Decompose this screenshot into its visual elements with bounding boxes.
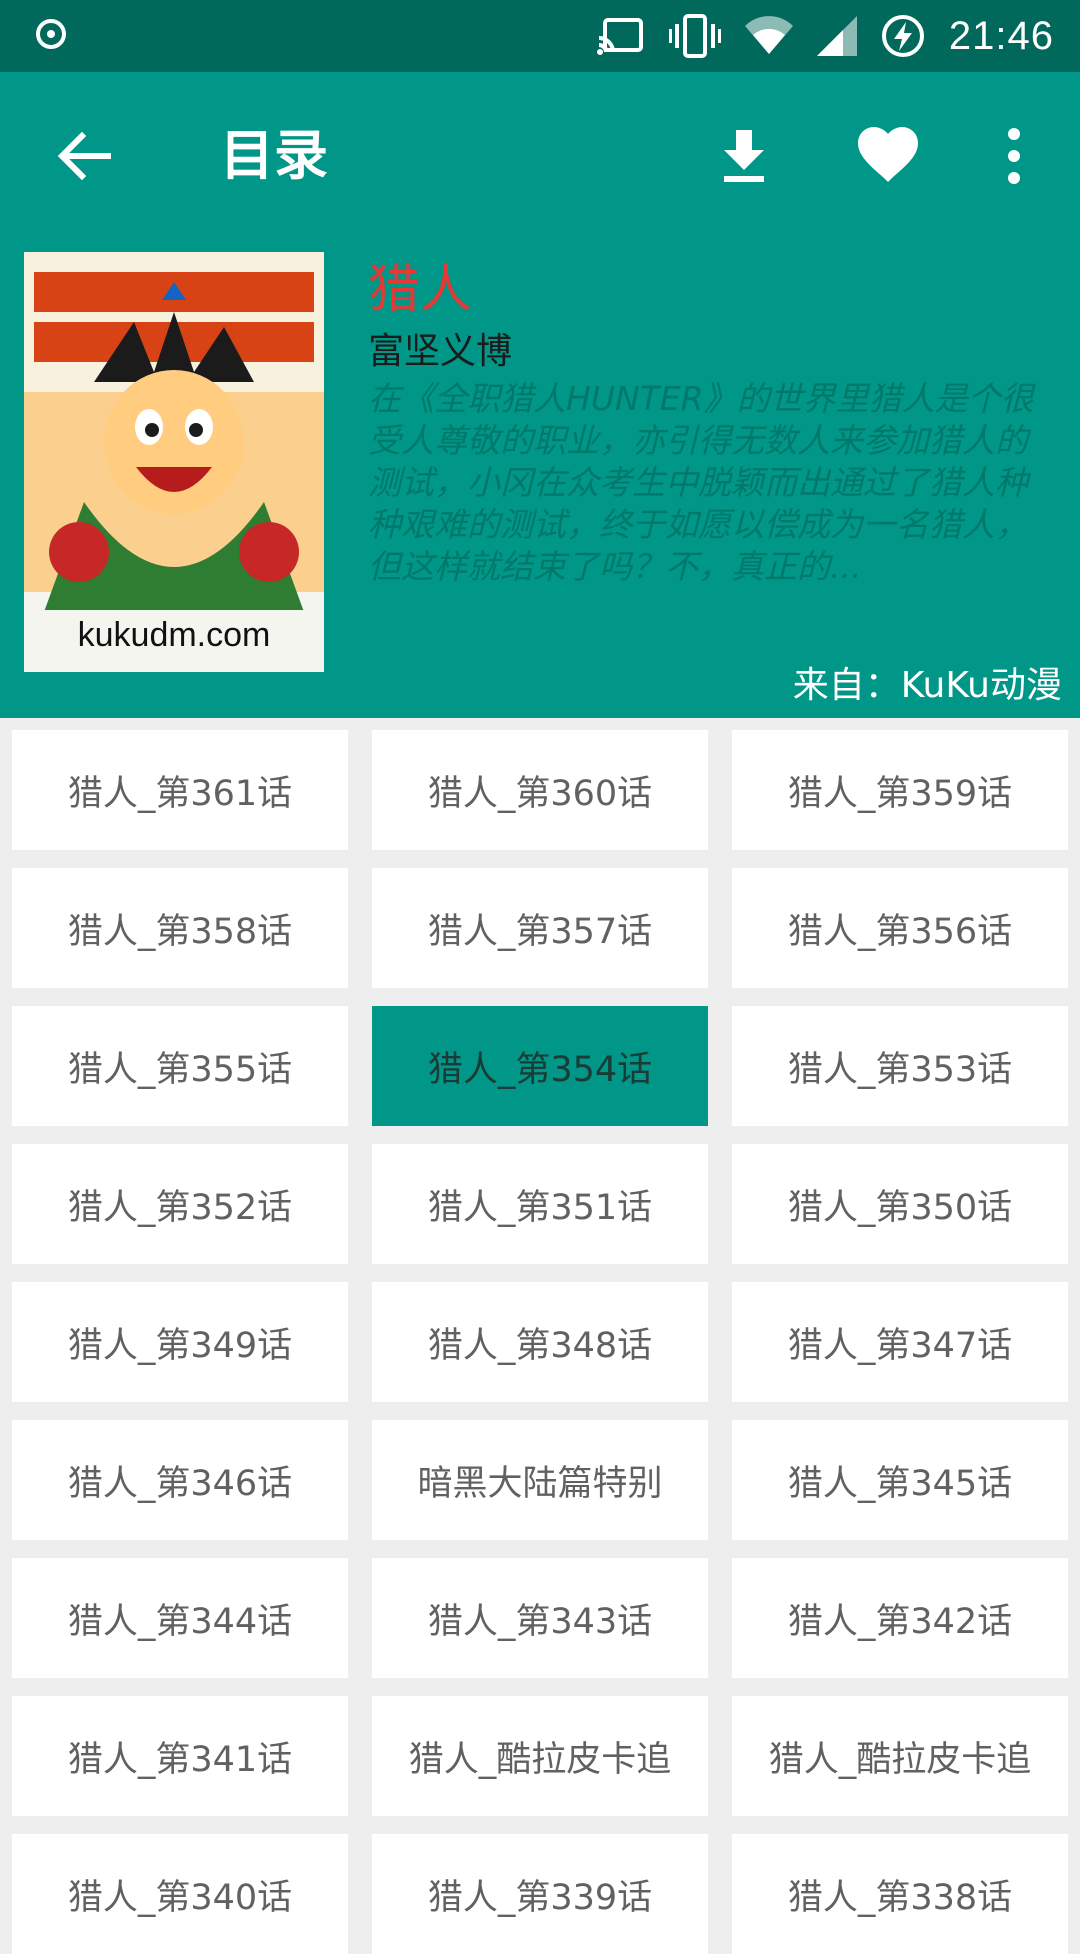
chapter-item[interactable]: 猎人_第346话 (12, 1420, 348, 1540)
chapter-item[interactable]: 猎人_第358话 (12, 868, 348, 988)
comic-cover[interactable]: kukudm.com (24, 252, 324, 672)
chapter-item[interactable]: 猎人_第351话 (372, 1144, 708, 1264)
more-vert-icon[interactable] (982, 124, 1046, 188)
heart-icon[interactable] (856, 124, 920, 188)
chapter-item[interactable]: 猎人_第355话 (12, 1006, 348, 1126)
cover-watermark: kukudm.com (77, 616, 271, 654)
chapter-item[interactable]: 猎人_第361话 (12, 730, 348, 850)
chapter-item[interactable]: 猎人_第352话 (12, 1144, 348, 1264)
chapter-item[interactable]: 猎人_第345话 (732, 1420, 1068, 1540)
chapter-item[interactable]: 猎人_第360话 (372, 730, 708, 850)
wifi-icon (744, 16, 793, 54)
comic-author: 富坚义博 (368, 331, 513, 372)
back-arrow-icon[interactable] (52, 124, 116, 188)
cast-icon (596, 18, 643, 55)
status-bar: 21:46 (0, 0, 1080, 72)
comic-source: 来自：KuKu动漫 (792, 665, 1062, 706)
chapter-item[interactable]: 猎人_第357话 (372, 868, 708, 988)
battery-charging-icon (881, 15, 924, 57)
chapter-item[interactable]: 暗黑大陆篇特别 (372, 1420, 708, 1540)
chapter-item[interactable]: 猎人_酷拉皮卡追 (732, 1696, 1068, 1816)
chapter-item[interactable]: 猎人_第344话 (12, 1558, 348, 1678)
chapter-item[interactable]: 猎人_第342话 (732, 1558, 1068, 1678)
chapter-item[interactable]: 猎人_第349话 (12, 1282, 348, 1402)
chapter-item[interactable]: 猎人_第341话 (12, 1696, 348, 1816)
chapter-item[interactable]: 猎人_第338话 (732, 1834, 1068, 1954)
chapter-item[interactable]: 猎人_第343话 (372, 1558, 708, 1678)
chapter-item[interactable]: 猎人_第354话 (372, 1006, 708, 1126)
record-icon (36, 19, 66, 49)
chapter-item[interactable]: 猎人_第353话 (732, 1006, 1068, 1126)
chapter-item[interactable]: 猎人_酷拉皮卡追 (372, 1696, 708, 1816)
cover-art (24, 252, 324, 672)
chapter-item[interactable]: 猎人_第350话 (732, 1144, 1068, 1264)
chapter-item[interactable]: 猎人_第348话 (372, 1282, 708, 1402)
chapter-item[interactable]: 猎人_第347话 (732, 1282, 1068, 1402)
vibrate-icon (668, 14, 721, 58)
chapter-item[interactable]: 猎人_第359话 (732, 730, 1068, 850)
signal-icon (816, 16, 857, 56)
app-bar: 目录 kukudm.com 猎人 富坚义博 在《全职猎人HUNTER》的世界里猎… (0, 72, 1080, 718)
chapter-item[interactable]: 猎人_第356话 (732, 868, 1068, 988)
toolbar: 目录 (0, 72, 1080, 240)
download-icon[interactable] (712, 124, 776, 188)
comic-description[interactable]: 在《全职猎人HUNTER》的世界里猎人是个很受人尊敬的职业，亦引得无数人来参加猎… (368, 378, 1058, 590)
status-icons: 21:46 (596, 0, 1054, 72)
chapter-grid: 猎人_第361话 猎人_第360话 猎人_第359话猎人_第358话 猎人_第357话… (12, 730, 1068, 1954)
chapter-item[interactable]: 猎人_第339话 (372, 1834, 708, 1954)
chapter-item[interactable]: 猎人_第340话 (12, 1834, 348, 1954)
status-time: 21:46 (948, 13, 1054, 58)
page-title: 目录 (220, 124, 328, 187)
comic-title: 猎人 (368, 260, 473, 320)
